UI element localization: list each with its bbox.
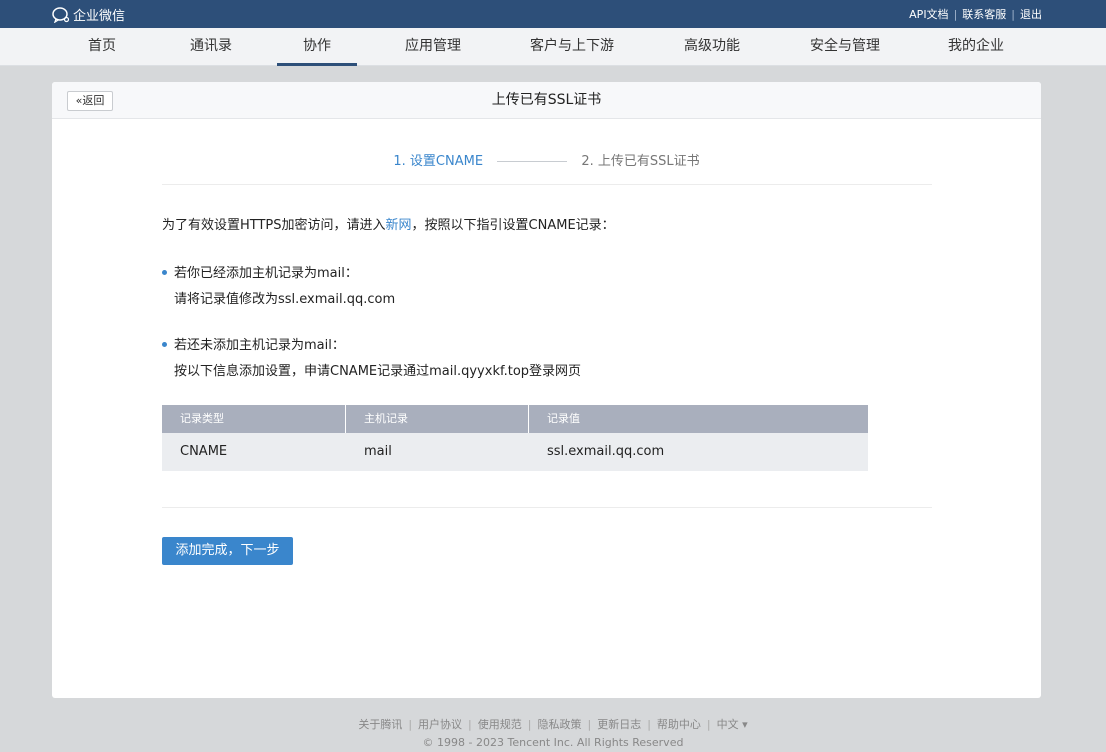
divider (162, 507, 932, 508)
step-indicator: 1. 设置CNAME 2. 上传已有SSL证书 (52, 150, 1041, 169)
cname-record-table: 记录类型 主机记录 记录值 CNAME mail ssl.exmail.qq.c… (162, 405, 868, 471)
footer-link-help[interactable]: 帮助中心 (657, 716, 701, 732)
nav-item-my-company[interactable]: 我的企业 (941, 28, 1011, 66)
header-host-record: 主机记录 (346, 405, 529, 433)
bullet-dot (162, 342, 167, 347)
logo-text: 企业微信 (73, 9, 126, 24)
main-card: 上传已有SSL证书 «返回 1. 设置CNAME 2. 上传已有SSL证书 为了… (52, 82, 1041, 698)
wecom-logo-icon (52, 6, 70, 23)
nav-item-app-management[interactable]: 应用管理 (398, 28, 468, 66)
separator: | (1011, 7, 1015, 21)
footer: 关于腾讯 | 用户协议 | 使用规范 | 隐私政策 | 更新日志 | 帮助中心 … (0, 716, 1106, 750)
cell-record-type: CNAME (180, 444, 228, 459)
logout-link[interactable]: 退出 (1020, 6, 1042, 22)
top-bar: 企业微信 API文档 | 联系客服 | 退出 (0, 0, 1106, 28)
step-1-active: 1. 设置CNAME (393, 154, 484, 169)
step-2: 2. 上传已有SSL证书 (581, 154, 700, 169)
contact-support-link[interactable]: 联系客服 (962, 6, 1006, 22)
bullet2-text: 按以下信息添加设置，申请CNAME记录通过mail.qyyxkf.top登录网页 (174, 364, 582, 379)
bullet-dot (162, 270, 167, 275)
intro-suffix: ，按照以下指引设置CNAME记录： (411, 218, 615, 233)
header-record-value: 记录值 (547, 412, 580, 425)
intro-text: 为了有效设置HTTPS加密访问，请进入新网，按照以下指引设置CNAME记录： (162, 214, 615, 233)
back-button[interactable]: «返回 (67, 91, 113, 111)
nav-item-home[interactable]: 首页 (78, 28, 126, 66)
nav-item-collaboration[interactable]: 协作 (277, 28, 357, 66)
wecom-logo[interactable]: 企业微信 (52, 5, 125, 24)
cell-host-record: mail (364, 444, 392, 459)
language-selector[interactable]: 中文 ▾ (717, 716, 748, 732)
main-nav: 首页 通讯录 协作 应用管理 客户与上下游 高级功能 安全与管理 我的企业 (0, 28, 1106, 66)
separator: | (953, 7, 958, 21)
separator: | (527, 717, 532, 731)
bullet-existing-record: 若你已经添加主机记录为mail： (162, 262, 358, 281)
separator: | (468, 717, 472, 731)
step-connector (497, 161, 568, 162)
api-docs-link[interactable]: API文档 (909, 6, 948, 22)
footer-link-privacy[interactable]: 隐私政策 (537, 716, 581, 732)
bullet2-title: 若还未添加主机记录为mail： (174, 338, 345, 353)
separator: | (408, 717, 413, 731)
footer-link-changelog[interactable]: 更新日志 (597, 716, 641, 732)
table-header: 记录类型 主机记录 记录值 (162, 405, 868, 433)
bullet-new-record: 若还未添加主机记录为mail： (162, 334, 345, 353)
nav-item-contacts[interactable]: 通讯录 (184, 28, 238, 66)
header-record-type: 记录类型 (162, 405, 346, 433)
bullet1-title: 若你已经添加主机记录为mail： (174, 266, 358, 281)
table-row: CNAME mail ssl.exmail.qq.com (162, 433, 868, 471)
bullet1-text: 请将记录值修改为ssl.exmail.qq.com (174, 292, 396, 307)
next-step-button[interactable]: 添加完成，下一步 (162, 537, 293, 565)
registrar-link[interactable]: 新网 (386, 218, 412, 233)
footer-link-usage-rules[interactable]: 使用规范 (478, 716, 522, 732)
top-links: API文档 | 联系客服 | 退出 (909, 6, 1042, 22)
card-header: 上传已有SSL证书 «返回 (52, 82, 1041, 119)
nav-item-advanced-features[interactable]: 高级功能 (677, 28, 747, 66)
intro-prefix: 为了有效设置HTTPS加密访问，请进入 (162, 218, 386, 233)
cell-record-value: ssl.exmail.qq.com (547, 444, 665, 459)
copyright: © 1998 - 2023 Tencent Inc. All Rights Re… (422, 736, 684, 749)
separator: | (647, 717, 651, 731)
footer-link-about[interactable]: 关于腾讯 (358, 716, 402, 732)
footer-link-user-agreement[interactable]: 用户协议 (418, 716, 462, 732)
nav-item-customers-partners[interactable]: 客户与上下游 (522, 28, 622, 66)
separator: | (587, 717, 592, 731)
divider (162, 184, 932, 185)
separator: | (706, 717, 711, 731)
nav-item-security-management[interactable]: 安全与管理 (805, 28, 885, 66)
footer-links: 关于腾讯 | 用户协议 | 使用规范 | 隐私政策 | 更新日志 | 帮助中心 … (0, 716, 1106, 732)
page-title: 上传已有SSL证书 (491, 92, 602, 108)
